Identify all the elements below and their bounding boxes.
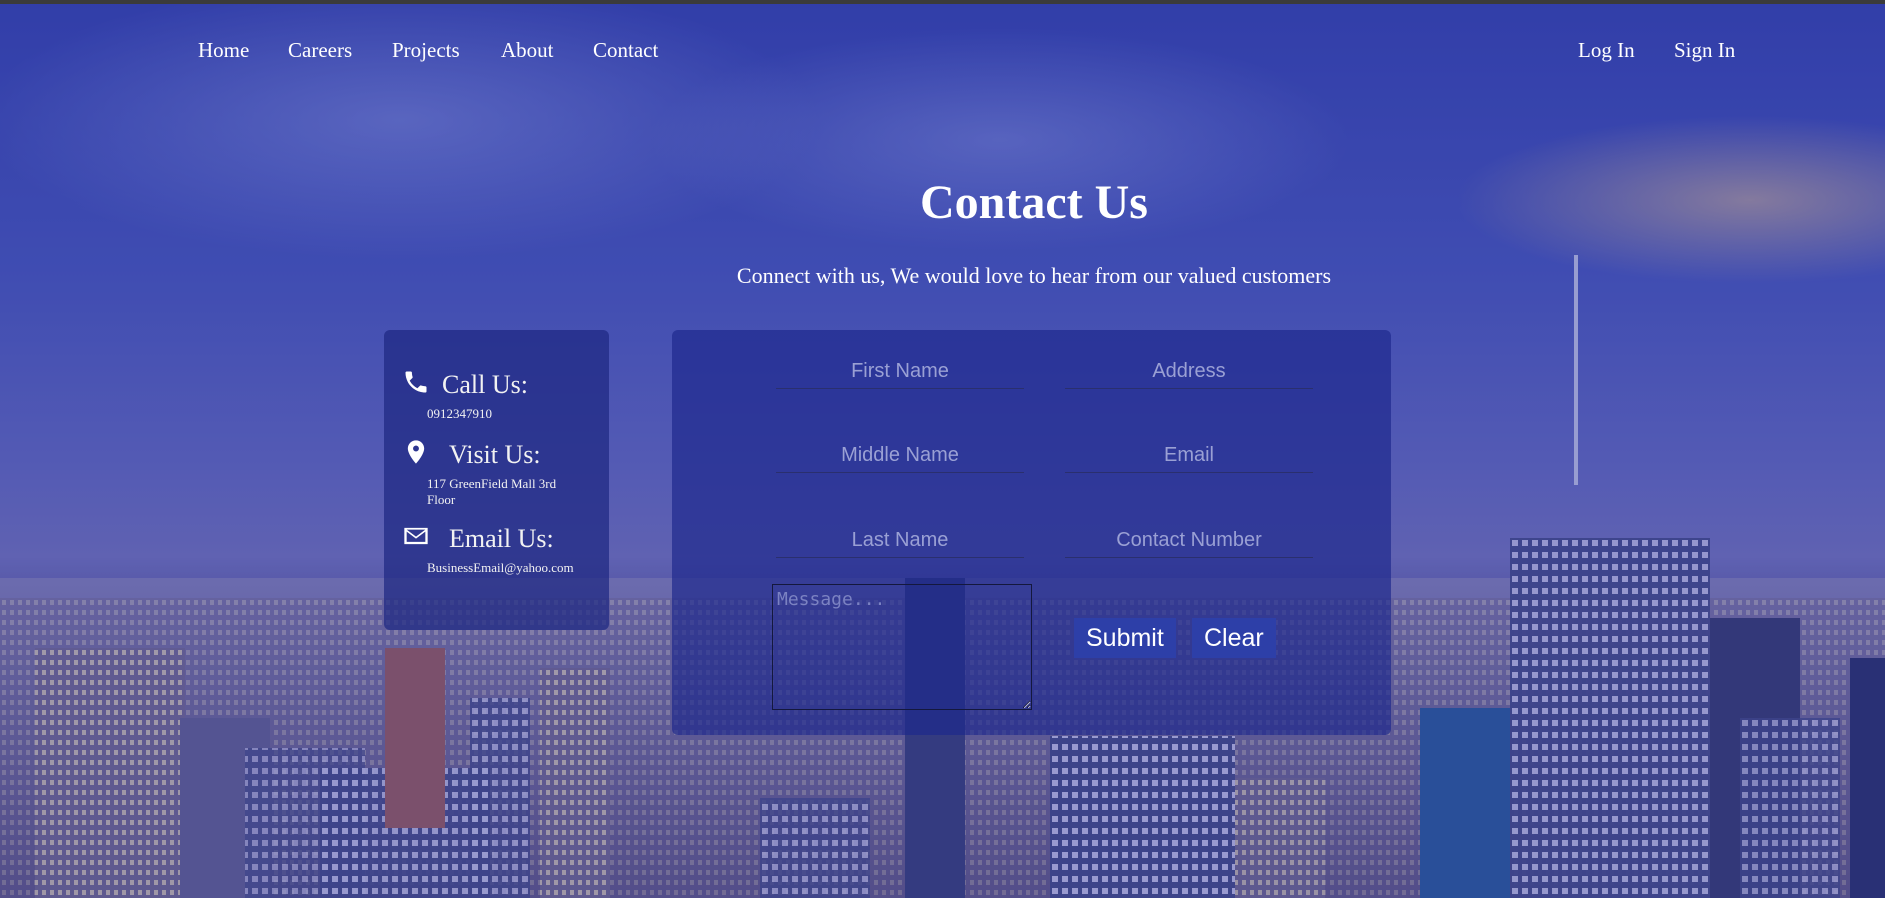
location-pin-icon bbox=[407, 440, 425, 464]
nav-signin-link[interactable]: Sign In bbox=[1674, 38, 1735, 63]
page-subtitle: Connect with us, We would love to hear f… bbox=[736, 263, 1332, 288]
email-input[interactable] bbox=[1065, 438, 1313, 473]
call-us-value: 0912347910 bbox=[427, 406, 492, 421]
visit-us-value: 117 GreenField Mall 3rd Floor bbox=[427, 476, 557, 507]
middle-name-input[interactable] bbox=[776, 438, 1024, 473]
contact-number-input[interactable] bbox=[1065, 523, 1313, 558]
visit-us-label: Visit Us: bbox=[449, 440, 541, 469]
submit-button[interactable]: Submit bbox=[1074, 618, 1176, 658]
message-textarea[interactable] bbox=[772, 584, 1032, 710]
nav-about-link[interactable]: About bbox=[501, 38, 554, 63]
email-us-value: BusinessEmail@yahoo.com bbox=[427, 560, 574, 575]
phone-icon bbox=[405, 371, 427, 393]
clear-button[interactable]: Clear bbox=[1192, 618, 1276, 658]
nav-projects-link[interactable]: Projects bbox=[392, 38, 460, 63]
last-name-input[interactable] bbox=[776, 523, 1024, 558]
nav-home-link[interactable]: Home bbox=[198, 38, 249, 63]
nav-careers-link[interactable]: Careers bbox=[288, 38, 352, 63]
call-us-label: Call Us: bbox=[442, 370, 528, 399]
envelope-icon bbox=[404, 527, 428, 545]
top-border bbox=[0, 0, 1885, 4]
main-navigation: Home Careers Projects About Contact Log … bbox=[0, 38, 1885, 68]
contact-info-card: Call Us: 0912347910 Visit Us: 117 GreenF… bbox=[384, 330, 609, 630]
nav-login-link[interactable]: Log In bbox=[1578, 38, 1635, 63]
nav-contact-link[interactable]: Contact bbox=[593, 38, 658, 63]
address-input[interactable] bbox=[1065, 354, 1313, 389]
first-name-input[interactable] bbox=[776, 354, 1024, 389]
email-us-label: Email Us: bbox=[449, 524, 554, 553]
contact-form: Submit Clear bbox=[672, 330, 1391, 735]
page-title: Contact Us bbox=[920, 176, 1148, 229]
